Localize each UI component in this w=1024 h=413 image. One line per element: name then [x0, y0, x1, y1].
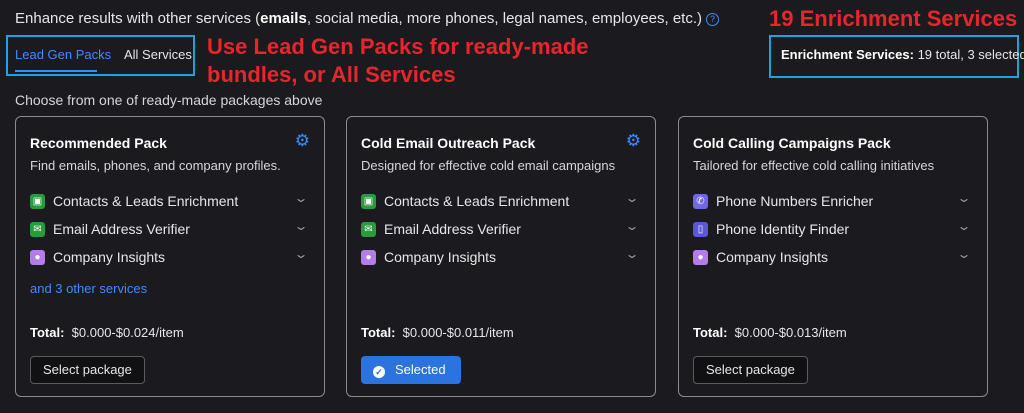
chevron-down-icon[interactable]: ⌄ [293, 191, 308, 205]
select-package-button[interactable]: Select package [693, 356, 808, 384]
lightbulb-icon: ● [30, 250, 45, 265]
card-total: Total: $0.000-$0.024/item [30, 325, 184, 340]
active-tab-indicator [15, 70, 97, 72]
package-card-cold-email: Cold Email Outreach Pack ⚙ Designed for … [346, 116, 656, 397]
service-label: Company Insights [716, 249, 829, 265]
card-total: Total: $0.000-$0.013/item [693, 325, 847, 340]
selected-button[interactable]: ✓ Selected [361, 356, 461, 384]
chevron-down-icon[interactable]: ⌄ [956, 219, 971, 233]
phone-icon: ✆ [693, 194, 708, 209]
contacts-icon: ▣ [30, 194, 45, 209]
lightbulb-icon: ● [693, 250, 708, 265]
service-item[interactable]: ● Company Insights ⌄ [693, 247, 973, 268]
chevron-down-icon[interactable]: ⌄ [293, 219, 308, 233]
package-card-cold-calling: Cold Calling Campaigns Pack Tailored for… [678, 116, 988, 397]
annotation-line-1: Use Lead Gen Packs for ready-made [207, 34, 589, 59]
lightbulb-icon: ● [361, 250, 376, 265]
summary-value: 19 total, 3 selected [917, 47, 1024, 62]
tab-lead-gen-packs[interactable]: Lead Gen Packs [15, 47, 111, 62]
card-description: Find emails, phones, and company profile… [30, 158, 281, 173]
service-item[interactable]: ✆ Phone Numbers Enricher ⌄ [693, 191, 973, 212]
heading-text: Enhance results with other services ( [15, 10, 261, 27]
help-icon[interactable]: ? [706, 13, 720, 26]
card-description: Tailored for effective cold calling init… [693, 158, 935, 173]
card-total: Total: $0.000-$0.011/item [361, 325, 514, 340]
email-verifier-icon: ✉ [30, 222, 45, 237]
service-item[interactable]: ▣ Contacts & Leads Enrichment ⌄ [361, 191, 641, 212]
card-title: Recommended Pack [30, 135, 167, 151]
chevron-down-icon[interactable]: ⌄ [293, 247, 308, 261]
total-label: Total: [693, 325, 728, 340]
service-label: Contacts & Leads Enrichment [384, 193, 570, 209]
gear-icon[interactable]: ⚙ [295, 131, 310, 151]
service-item[interactable]: ▣ Contacts & Leads Enrichment ⌄ [30, 191, 310, 212]
service-label: Company Insights [384, 249, 497, 265]
annotation-services-count: 19 Enrichment Services [769, 6, 1018, 31]
service-item[interactable]: ● Company Insights ⌄ [361, 247, 641, 268]
total-label: Total: [361, 325, 396, 340]
chevron-down-icon[interactable]: ⌄ [624, 219, 639, 233]
card-title: Cold Calling Campaigns Pack [693, 135, 891, 151]
packages-subheading: Choose from one of ready-made packages a… [15, 92, 323, 108]
enhance-heading: Enhance results with other services (ema… [15, 10, 720, 27]
total-value: $0.000-$0.024/item [71, 325, 184, 340]
service-item[interactable]: ✉ Email Address Verifier ⌄ [361, 219, 641, 240]
service-label: Phone Identity Finder [716, 221, 850, 237]
service-label: Company Insights [53, 249, 166, 265]
select-package-button[interactable]: Select package [30, 356, 145, 384]
service-label: Email Address Verifier [53, 221, 190, 237]
total-value: $0.000-$0.011/item [402, 325, 514, 340]
annotation-line-2: bundles, or All Services [207, 62, 456, 87]
total-value: $0.000-$0.013/item [734, 325, 847, 340]
service-label: Phone Numbers Enricher [716, 193, 874, 209]
heading-suffix: , social media, more phones, legal names… [306, 10, 703, 27]
summary-label: Enrichment Services: [781, 47, 914, 62]
chevron-down-icon[interactable]: ⌄ [956, 247, 971, 261]
service-label: Email Address Verifier [384, 221, 521, 237]
contacts-icon: ▣ [361, 194, 376, 209]
tab-all-services[interactable]: All Services [124, 47, 192, 62]
enrichment-summary: Enrichment Services: 19 total, 3 selecte… [769, 35, 1024, 78]
more-services-link[interactable]: and 3 other services [30, 281, 147, 296]
package-card-recommended: Recommended Pack ⚙ Find emails, phones, … [15, 116, 325, 397]
chevron-down-icon[interactable]: ⌄ [956, 191, 971, 205]
service-item[interactable]: ● Company Insights ⌄ [30, 247, 310, 268]
service-item[interactable]: ✉ Email Address Verifier ⌄ [30, 219, 310, 240]
service-label: Contacts & Leads Enrichment [53, 193, 239, 209]
card-title: Cold Email Outreach Pack [361, 135, 536, 151]
gear-icon[interactable]: ⚙ [626, 131, 641, 151]
email-verifier-icon: ✉ [361, 222, 376, 237]
heading-bold: emails [260, 10, 307, 27]
service-item[interactable]: ▯ Phone Identity Finder ⌄ [693, 219, 973, 240]
chevron-down-icon[interactable]: ⌄ [624, 247, 639, 261]
total-label: Total: [30, 325, 65, 340]
card-description: Designed for effective cold email campai… [361, 158, 616, 173]
mobile-icon: ▯ [693, 222, 708, 237]
selected-label: Selected [395, 362, 446, 377]
check-icon: ✓ [373, 366, 385, 378]
annotation-tabs-note: Use Lead Gen Packs for ready-made bundles… [207, 33, 627, 89]
chevron-down-icon[interactable]: ⌄ [624, 191, 639, 205]
